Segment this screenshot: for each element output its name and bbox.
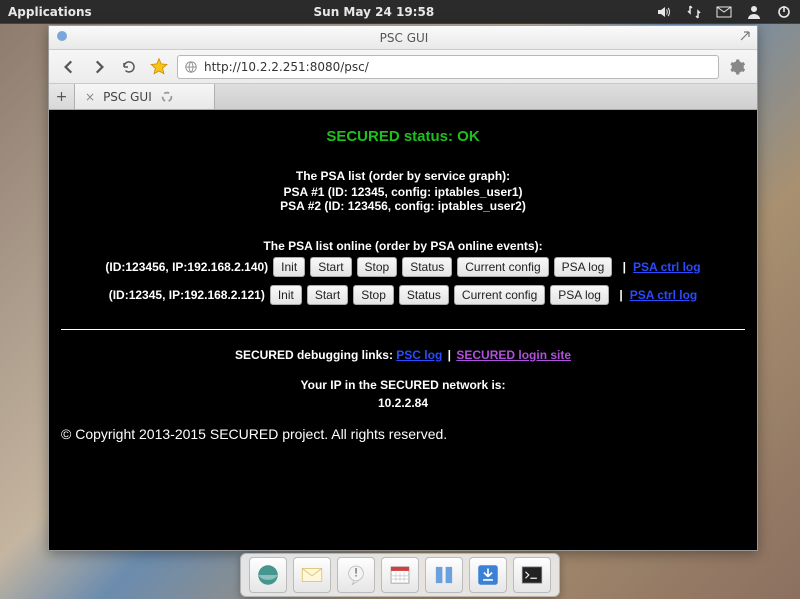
dock-terminal-icon[interactable]: [513, 557, 551, 593]
psa-log-button[interactable]: PSA log: [550, 285, 609, 305]
divider: [61, 329, 745, 330]
dock-calendar-icon[interactable]: [381, 557, 419, 593]
browser-tab[interactable]: × PSC GUI: [75, 84, 215, 109]
psa-item: PSA #2 (ID: 123456, config: iptables_use…: [61, 199, 745, 213]
bookmark-star-icon[interactable]: [147, 55, 171, 79]
current-config-button[interactable]: Current config: [457, 257, 548, 277]
secured-status: SECURED status: OK: [61, 128, 745, 145]
psa-ctrl-log-link[interactable]: PSA ctrl log: [630, 288, 698, 302]
window-titlebar[interactable]: PSC GUI: [49, 26, 757, 50]
loading-icon: [160, 90, 174, 104]
url-bar[interactable]: http://10.2.2.251:8080/psc/: [177, 55, 719, 79]
separator: |: [617, 260, 628, 274]
psa-online-row: (ID:12345, IP:192.168.2.121) Init Start …: [61, 285, 745, 305]
copyright: © Copyright 2013-2015 SECURED project. A…: [61, 426, 745, 442]
psa-online-title: The PSA list online (order by PSA online…: [61, 239, 745, 253]
stop-button[interactable]: Stop: [353, 285, 394, 305]
volume-icon[interactable]: [656, 4, 672, 20]
ip-label: Your IP in the SECURED network is:: [61, 378, 745, 392]
clock: Sun May 24 19:58: [92, 5, 656, 19]
window-app-icon: [55, 29, 69, 46]
status-button[interactable]: Status: [399, 285, 449, 305]
globe-icon: [184, 60, 198, 74]
separator: |: [446, 348, 457, 362]
start-button[interactable]: Start: [310, 257, 351, 277]
top-panel: Applications Sun May 24 19:58: [0, 0, 800, 24]
browser-toolbar: http://10.2.2.251:8080/psc/: [49, 50, 757, 84]
dock-browser-icon[interactable]: [249, 557, 287, 593]
tab-title: PSC GUI: [103, 90, 152, 104]
dock: !: [240, 553, 560, 597]
user-icon[interactable]: [746, 4, 762, 20]
close-tab-icon[interactable]: ×: [85, 90, 95, 104]
dock-mail-icon[interactable]: [293, 557, 331, 593]
debug-label: SECURED debugging links:: [235, 348, 396, 362]
browser-menu-button[interactable]: [725, 55, 749, 79]
status-button[interactable]: Status: [402, 257, 452, 277]
psa-list-title: The PSA list (order by service graph):: [61, 169, 745, 183]
system-tray: [656, 4, 792, 20]
psa-log-button[interactable]: PSA log: [554, 257, 613, 277]
current-config-button[interactable]: Current config: [454, 285, 545, 305]
maximize-icon[interactable]: [739, 30, 751, 45]
reload-button[interactable]: [117, 55, 141, 79]
psa-meta: (ID:123456, IP:192.168.2.140): [105, 260, 268, 274]
applications-menu[interactable]: Applications: [8, 5, 92, 19]
secured-login-link[interactable]: SECURED login site: [456, 348, 571, 362]
init-button[interactable]: Init: [273, 257, 305, 277]
tab-bar: + × PSC GUI: [49, 84, 757, 110]
dock-download-icon[interactable]: [469, 557, 507, 593]
psa-online-row: (ID:123456, IP:192.168.2.140) Init Start…: [61, 257, 745, 277]
psa-item: PSA #1 (ID: 12345, config: iptables_user…: [61, 185, 745, 199]
ip-value: 10.2.2.84: [61, 396, 745, 410]
network-icon[interactable]: [686, 4, 702, 20]
init-button[interactable]: Init: [270, 285, 302, 305]
browser-window: PSC GUI http://10.2.2.251:8080/psc/ +: [48, 25, 758, 551]
dock-workspace-icon[interactable]: [425, 557, 463, 593]
stop-button[interactable]: Stop: [357, 257, 398, 277]
back-button[interactable]: [57, 55, 81, 79]
window-title: PSC GUI: [69, 31, 739, 45]
debug-links: SECURED debugging links: PSC log | SECUR…: [61, 348, 745, 362]
url-text: http://10.2.2.251:8080/psc/: [204, 60, 369, 74]
power-icon[interactable]: [776, 4, 792, 20]
separator: |: [614, 288, 625, 302]
psa-ctrl-log-link[interactable]: PSA ctrl log: [633, 260, 701, 274]
psc-log-link[interactable]: PSC log: [396, 348, 442, 362]
mail-icon[interactable]: [716, 4, 732, 20]
page-content: SECURED status: OK The PSA list (order b…: [49, 110, 757, 550]
dock-chat-icon[interactable]: !: [337, 557, 375, 593]
svg-text:!: !: [354, 566, 359, 580]
psa-meta: (ID:12345, IP:192.168.2.121): [109, 288, 265, 302]
new-tab-button[interactable]: +: [49, 84, 75, 109]
start-button[interactable]: Start: [307, 285, 348, 305]
forward-button[interactable]: [87, 55, 111, 79]
